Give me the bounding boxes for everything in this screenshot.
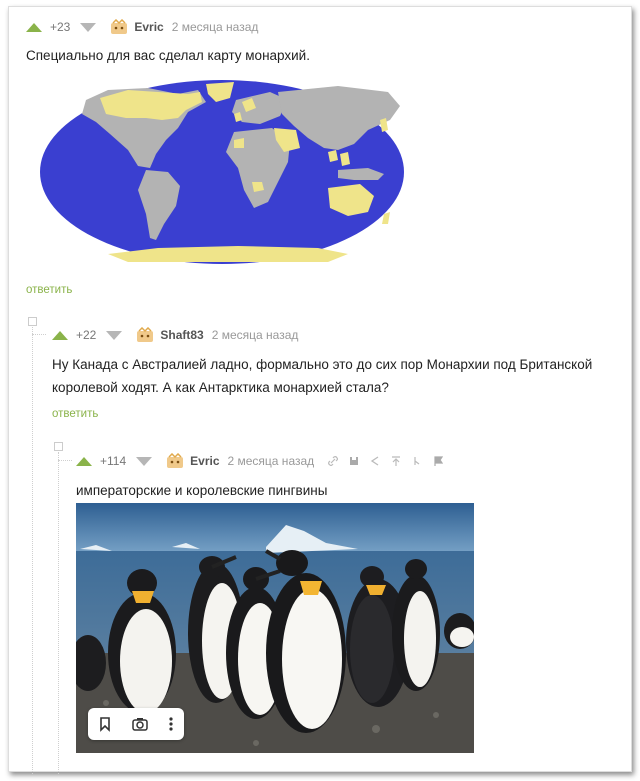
avatar[interactable] — [166, 453, 184, 469]
image-controls — [88, 708, 184, 740]
downvote-icon[interactable] — [80, 22, 97, 32]
thread-connector — [58, 460, 72, 461]
more-icon[interactable] — [168, 716, 174, 732]
avatar[interactable] — [110, 19, 128, 35]
monarchy-map-image[interactable] — [38, 78, 406, 266]
comment-author[interactable]: Evric — [134, 20, 163, 34]
reply-link[interactable]: ответить — [52, 408, 98, 420]
flag-icon[interactable] — [433, 456, 444, 466]
pin-top-icon[interactable] — [391, 456, 401, 466]
comment-text-line-1: Ну Канада с Австралией ладно, формально … — [52, 357, 593, 372]
upvote-icon[interactable] — [76, 456, 92, 466]
comment-text-line-2: королевой ходят. А как Антарктика монарх… — [52, 380, 389, 395]
comment-author[interactable]: Evric — [190, 454, 219, 468]
thread-line — [58, 452, 59, 774]
comment-score: +23 — [50, 20, 71, 34]
save-icon[interactable] — [349, 456, 359, 466]
comment-author[interactable]: Shaft83 — [160, 328, 203, 342]
comment-text: Специально для вас сделал карту монархий… — [26, 48, 310, 63]
bookmark-icon[interactable] — [98, 716, 112, 732]
collapse-toggle[interactable] — [54, 442, 63, 451]
comment-header: +22 Shaft83 2 месяца назад — [52, 327, 298, 343]
comment-tools — [328, 456, 444, 466]
comment-score: +114 — [100, 454, 127, 468]
avatar[interactable] — [136, 327, 154, 343]
thread-line — [32, 327, 33, 774]
upvote-icon[interactable] — [52, 330, 68, 340]
comment-header: +114 Evric 2 месяца назад — [76, 453, 444, 469]
comment-time: 2 месяца назад — [227, 454, 315, 468]
comment-header: +23 Evric 2 месяца назад — [26, 19, 258, 35]
branch-icon[interactable] — [412, 456, 422, 466]
collapse-toggle[interactable] — [28, 317, 37, 326]
link-icon[interactable] — [328, 456, 339, 466]
comment-score: +22 — [76, 328, 97, 342]
reply-link[interactable]: ответить — [26, 284, 72, 296]
camera-search-icon[interactable] — [131, 716, 149, 732]
comment-time: 2 месяца назад — [171, 20, 259, 34]
comment-time: 2 месяца назад — [211, 328, 299, 342]
thread-connector — [32, 334, 46, 335]
upvote-icon[interactable] — [26, 22, 42, 32]
downvote-icon[interactable] — [136, 456, 153, 466]
comment-text: императорские и королевские пингвины — [76, 483, 328, 498]
downvote-icon[interactable] — [106, 330, 123, 340]
share-icon[interactable] — [370, 456, 380, 466]
